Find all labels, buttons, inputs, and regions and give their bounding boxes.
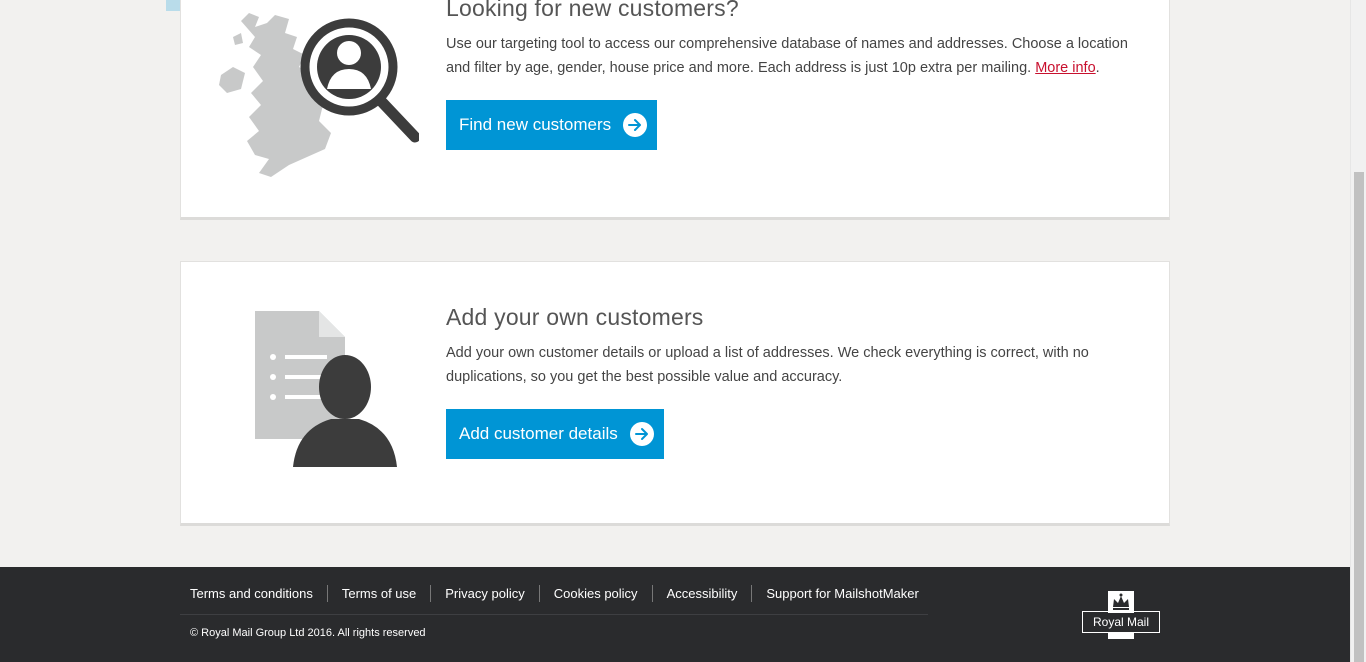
logo-wordmark: Royal Mail — [1082, 611, 1160, 633]
footer-links: Terms and conditions Terms of use Privac… — [180, 585, 933, 602]
footer-divider — [180, 614, 928, 615]
own-customers-content: Add your own customers Add your own cust… — [446, 304, 1136, 459]
scrollbar-thumb[interactable] — [1354, 172, 1364, 662]
new-customers-card: Looking for new customers? Use our targe… — [180, 0, 1170, 220]
own-customers-card: Add your own customers Add your own cust… — [180, 261, 1170, 526]
footer-link-terms-of-use[interactable]: Terms of use — [326, 585, 430, 602]
own-customers-heading: Add your own customers — [446, 304, 704, 330]
footer-link-terms-conditions[interactable]: Terms and conditions — [180, 585, 327, 602]
arrow-right-circle-icon — [623, 113, 648, 137]
new-customers-content: Looking for new customers? Use our targe… — [446, 0, 1136, 150]
document-person-icon — [253, 311, 403, 476]
arrow-right-circle-icon — [629, 422, 654, 446]
logo-tab — [1108, 633, 1134, 639]
footer-link-cookies-policy[interactable]: Cookies policy — [538, 585, 652, 602]
footer-link-privacy-policy[interactable]: Privacy policy — [430, 585, 538, 602]
find-new-customers-button[interactable]: Find new customers — [446, 100, 658, 150]
more-info-link[interactable]: More info — [1035, 60, 1095, 76]
site-footer: Terms and conditions Terms of use Privac… — [0, 567, 1350, 662]
uk-map-magnifier-icon — [219, 9, 421, 194]
footer-link-accessibility[interactable]: Accessibility — [651, 585, 752, 602]
new-customers-heading: Looking for new customers? — [446, 0, 739, 21]
new-customers-description: Use our targeting tool to access our com… — [446, 36, 1128, 76]
royal-mail-logo[interactable]: Royal Mail — [1082, 591, 1160, 639]
vertical-scrollbar[interactable] — [1350, 0, 1366, 662]
add-customer-details-button[interactable]: Add customer details — [446, 409, 664, 459]
copyright-text: © Royal Mail Group Ltd 2016. All rights … — [190, 627, 426, 639]
own-customers-description: Add your own customer details or upload … — [446, 345, 1089, 385]
footer-link-support[interactable]: Support for MailshotMaker — [751, 585, 932, 602]
crown-icon — [1108, 591, 1134, 613]
